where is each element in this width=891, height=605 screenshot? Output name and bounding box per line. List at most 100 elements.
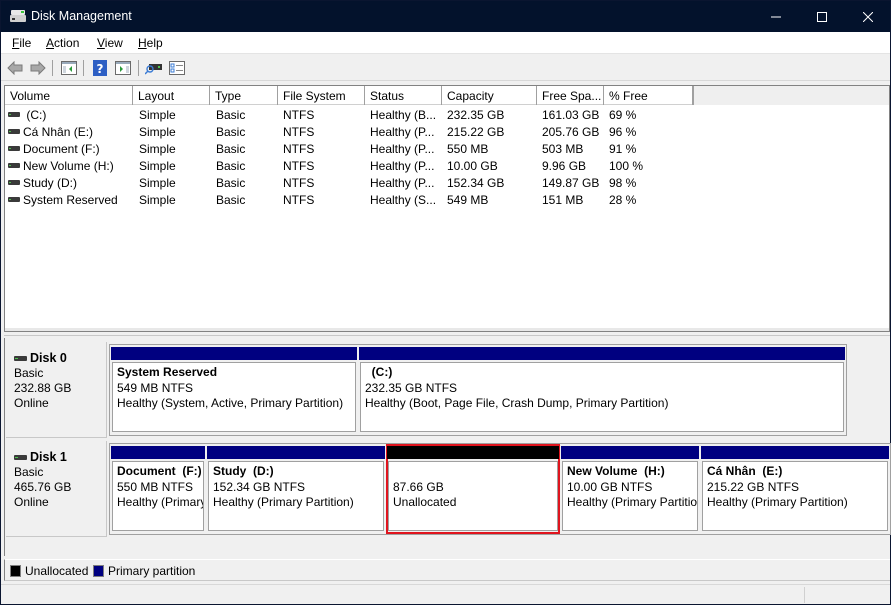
menu-action[interactable]: Action [46,36,79,50]
menu-file[interactable]: File [12,36,31,50]
partition-type-bar [359,347,845,360]
partition-status: Healthy (System, Active, Primary Partiti… [117,396,344,410]
menu-view-mnemonic: V [97,36,105,50]
volume-list[interactable]: Volume Layout Type File System Status Ca… [4,85,890,332]
partition-status: Healthy (Primary Partition) [567,495,698,509]
partition-type-bar [701,446,889,459]
partition-info: System Reserved 549 MB NTFS Healthy (Sys… [112,362,356,432]
disk-1-label[interactable]: Disk 1 Basic 465.76 GB Online [6,441,107,537]
show-hide-console-tree-button[interactable] [60,59,78,77]
column-header-capacity[interactable]: Capacity [442,86,537,105]
volume-row[interactable]: Study (D:) Simple Basic NTFS Healthy (P... 15… [5,174,889,191]
close-icon [863,11,873,22]
disk-1-size: 465.76 GB [14,480,72,494]
cell-capacity: 550 MB [447,142,489,156]
toolbar: ? [1,55,890,81]
column-header-type[interactable]: Type [210,86,278,105]
cell-type: Basic [216,125,246,139]
disk-0-label[interactable]: Disk 0 Basic 232.88 GB Online [6,342,107,438]
column-header-status[interactable]: Status [365,86,442,105]
minimize-button[interactable] [753,1,799,32]
cell-layout: Simple [139,176,176,190]
properties-button[interactable] [168,59,186,77]
volume-row[interactable]: System Reserved Simple Basic NTFS Healthy (S… [5,191,889,208]
minimize-icon [771,16,781,17]
disk-icon [14,356,27,361]
partition-type-bar [111,347,357,360]
volume-drive-icon [8,197,20,202]
disk-0-state: Online [14,396,49,410]
maximize-button[interactable] [799,1,845,32]
volume-row[interactable]: (C:) Simple Basic NTFS Healthy (B... 232.35 G… [5,106,889,123]
cell-volume: (C:) [23,108,47,122]
partition-system-reserved[interactable]: System Reserved 549 MB NTFS Healthy (Sys… [110,345,358,435]
disk-management-window: Disk Management File Action View Help ? [0,0,891,605]
forward-button[interactable] [29,59,47,77]
partition-info: 87.66 GB Unallocated [388,461,558,531]
disk-0-type: Basic [14,366,44,380]
cell-free: 161.03 GB [542,108,600,122]
column-header-layout[interactable]: Layout [133,86,210,105]
forward-arrow-icon [30,61,46,75]
menu-view[interactable]: View [97,36,123,50]
menu-action-label: ction [54,36,80,50]
connect-drive-button[interactable] [145,59,163,77]
disk-0-name-row: Disk 0 [14,351,106,366]
partition-status: Healthy (Primary Partition) [213,495,354,509]
partition-name [393,464,557,480]
cell-layout: Simple [139,125,176,139]
partition-size: 549 MB NTFS [117,380,194,395]
menu-help-label: elp [146,36,163,50]
cell-fs: NTFS [283,193,315,207]
column-header-percent-free[interactable]: % Free [604,86,693,105]
cell-volume: Cá Nhân (E:) [23,125,94,139]
cell-layout: Simple [139,108,176,122]
cell-capacity: 232.35 GB [447,108,505,122]
disk-1-name-row: Disk 1 [14,450,106,465]
show-action-pane-icon [115,61,131,75]
cell-type: Basic [216,159,246,173]
partition-ca-nhan-e[interactable]: Cá Nhân (E:) 215.22 GB NTFS Healthy (Pri… [700,444,890,534]
cell-pct: 69 % [609,108,637,122]
window-title: Disk Management [31,9,132,23]
volume-row[interactable]: New Volume (H:) Simple Basic NTFS Healthy (P… [5,157,889,174]
disk-0-partitions: System Reserved 549 MB NTFS Healthy (Sys… [109,344,847,436]
partition-new-volume-h[interactable]: New Volume (H:) 10.00 GB NTFS Healthy (P… [560,444,700,534]
cell-fs: NTFS [283,159,315,173]
back-button[interactable] [6,59,24,77]
help-button[interactable]: ? [91,59,109,77]
partition-info: (C:) 232.35 GB NTFS Healthy (Boot, Page … [360,362,844,432]
cell-capacity: 549 MB [447,193,489,207]
volume-list-scrollbar[interactable] [5,327,889,331]
partition-info: Study (D:) 152.34 GB NTFS Healthy (Prima… [208,461,384,531]
partition-c[interactable]: (C:) 232.35 GB NTFS Healthy (Boot, Page … [358,345,846,435]
partition-document-f[interactable]: Document (F:) 550 MB NTFS Healthy (Prima… [110,444,206,534]
cell-volume: Document (F:) [23,142,100,156]
column-header-free-space[interactable]: Free Spa... [537,86,604,105]
cell-volume: New Volume (H:) [23,159,114,173]
svg-text:?: ? [97,62,104,76]
volume-row[interactable]: Cá Nhân (E:) Simple Basic NTFS Healthy (P...… [5,123,889,140]
toolbar-separator [83,60,84,76]
show-action-pane-button[interactable] [114,59,132,77]
volume-drive-icon [8,163,20,168]
partition-unallocated[interactable]: 87.66 GB Unallocated [386,444,560,534]
volume-row[interactable]: Document (F:) Simple Basic NTFS Healthy (P..… [5,140,889,157]
close-button[interactable] [845,1,891,32]
menu-help[interactable]: Help [138,36,163,50]
column-header-file-system[interactable]: File System [278,86,365,105]
cell-pct: 91 % [609,142,637,156]
disk-icon [14,455,27,460]
partition-info: Document (F:) 550 MB NTFS Healthy (Prima… [112,461,204,531]
partition-name: Document (F:) [117,464,202,478]
pane-splitter[interactable] [4,332,890,336]
partition-study-d[interactable]: Study (D:) 152.34 GB NTFS Healthy (Prima… [206,444,386,534]
partition-name: System Reserved [117,365,218,379]
cell-fs: NTFS [283,125,315,139]
column-header-volume[interactable]: Volume [5,86,133,105]
cell-free: 149.87 GB [542,176,600,190]
cell-type: Basic [216,176,246,190]
disk-1-partitions: Document (F:) 550 MB NTFS Healthy (Prima… [109,443,891,535]
partition-legend: Unallocated Primary partition [4,559,890,581]
partition-name: (C:) [365,365,393,379]
